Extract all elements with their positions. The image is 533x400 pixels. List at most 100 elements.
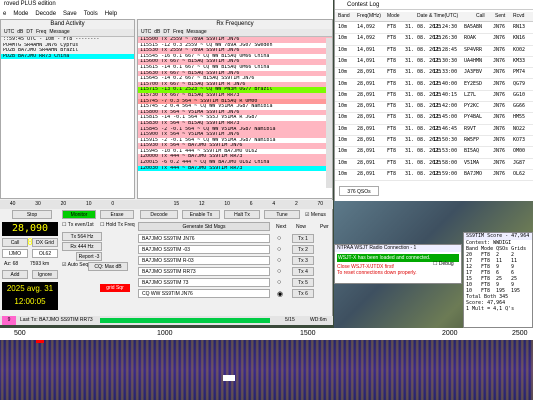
call-button[interactable]: Call <box>2 238 28 247</box>
halt-tx-button[interactable]: Halt Tx <box>224 210 260 219</box>
hold-tx-checkbox[interactable]: ☐ Hold Tx Freq <box>100 222 135 228</box>
cq-max-db-select[interactable]: CQ: Max dB <box>88 262 128 271</box>
contest-cell: 11:53:00 <box>433 148 458 155</box>
contest-cell: FT8 <box>387 91 397 98</box>
dx-call-input[interactable]: IJMO <box>2 249 28 258</box>
auto-seq-checkbox[interactable]: ☑ Auto Seq <box>62 262 88 268</box>
tx1-next-radio[interactable]: ○ <box>277 235 281 242</box>
menu-file[interactable]: e <box>3 9 6 19</box>
rx-scrollbar[interactable] <box>326 38 332 188</box>
contest-cell: 28,091 <box>357 159 376 166</box>
distance: 7593 km <box>30 261 50 267</box>
tx3-message-input[interactable]: BA7JMO SS9TIM R-03 <box>138 256 270 265</box>
tx2-now-button[interactable]: Tx 2 <box>292 245 314 254</box>
rx-frequency-row[interactable]: 120030 Tx 444 ~ BA7JMO SS9TIM RR73 <box>138 165 332 172</box>
tx2-message-input[interactable]: BA7JMO SS9TIM -03 <box>138 245 270 254</box>
contest-cell: JN76 <box>493 46 506 53</box>
contest-col-header[interactable]: Call <box>476 12 485 21</box>
tx6-message-input[interactable]: CQ WW SS9TIM JN76 <box>138 289 270 298</box>
tx5-now-button[interactable]: Tx 5 <box>292 278 314 287</box>
erase-button[interactable]: Erase <box>100 210 134 219</box>
waterfall-tick-label: 1000 <box>157 330 173 337</box>
tx4-next-radio[interactable]: ○ <box>277 268 281 275</box>
rx-freq-spinbox[interactable]: Rx 444 Hz <box>62 242 102 251</box>
tx-even-checkbox[interactable]: ☐ Tx even/1st <box>62 222 94 228</box>
band-activity-row[interactable]: PD2B BA7JMO RR73 China <box>1 53 134 60</box>
contest-cell: HM55 <box>513 114 526 121</box>
report-spinbox[interactable]: Report -3 <box>76 252 102 261</box>
contest-cell: JN76 <box>493 159 506 166</box>
menus-checkbox[interactable]: ☑ Menus <box>305 212 326 218</box>
tx6-now-button[interactable]: Tx 6 <box>292 289 314 298</box>
dx-grid-input[interactable]: OL62 <box>32 249 58 258</box>
tx5-message-input[interactable]: BA7JMO SS9TIM 73 <box>138 278 270 287</box>
ntp-connection-dialog: NTPAA WSJT Radio Connection - 1 WSJT-X h… <box>334 244 462 284</box>
contest-cell: SP4VRR <box>464 46 483 53</box>
menu-save[interactable]: Save <box>63 9 77 19</box>
progress-count: 5/15 <box>285 317 295 323</box>
scale-tick: 10 <box>86 201 92 207</box>
ntp-dialog-title: NTPAA WSJT Radio Connection - 1 <box>335 245 461 252</box>
contest-cell: FT8 <box>387 46 397 53</box>
azimuth: Az: 68 <box>4 261 19 267</box>
tx-freq-spinbox[interactable]: Tx 564 Hz <box>62 232 102 241</box>
scale-tick: 6 <box>249 201 253 207</box>
dx-grid-button[interactable]: DX Grid <box>32 238 58 247</box>
add-button[interactable]: Add <box>2 270 28 279</box>
contest-cell: JN76 <box>493 24 506 30</box>
contest-cell: JA3FBV <box>464 69 483 76</box>
grid-square-badge: grid Sqr <box>100 284 130 292</box>
generate-std-msgs-button[interactable]: Generate Std Msgs <box>138 222 270 231</box>
contest-cell: PY4BAL <box>464 114 483 121</box>
contest-log-row[interactable]: 10m 28,091 FT8 31. 08. 2025 11:59:00 BA7JMO JN… <box>335 169 533 182</box>
tx3-now-button[interactable]: Tx 3 <box>292 256 314 265</box>
tx-even-label: Tx even/1st <box>67 222 94 228</box>
contest-col-header[interactable]: Date & Time(UTC) <box>417 12 458 21</box>
contest-cell: JN76 <box>493 103 506 110</box>
menu-tools[interactable]: Tools <box>84 9 98 19</box>
contest-cell: ROAK <box>464 35 477 42</box>
monitor-button[interactable]: Monitor <box>62 210 96 219</box>
tx3-next-radio[interactable]: ○ <box>277 257 281 264</box>
tx1-now-button[interactable]: Tx 1 <box>292 234 314 243</box>
contest-cell: BI5AQ <box>464 148 480 155</box>
band-activity-list[interactable]: ::59:45 UTC - 10m - FT8 -------- PU4MTG … <box>1 37 134 60</box>
tx5-next-radio[interactable]: ○ <box>277 279 281 286</box>
rx-frequency-list[interactable]: 115500 Tx 2559 ~ 789A SS9TIM JN76 115515 … <box>138 37 332 172</box>
tx4-message-input[interactable]: BA7JMO SS9TIM RR73 <box>138 267 270 276</box>
contest-col-header[interactable]: Rcvd <box>513 12 524 21</box>
contest-cell: NO22 <box>513 125 526 132</box>
tx2-next-radio[interactable]: ○ <box>277 246 281 253</box>
dial-frequency[interactable]: 28,090 000 <box>2 222 58 248</box>
ntp-reset-note: To reset connections down properly. <box>337 270 417 276</box>
contest-cell: 14,091 <box>357 46 376 53</box>
menu-mode[interactable]: Mode <box>13 9 28 19</box>
tune-button[interactable]: Tune <box>264 210 300 219</box>
tx1-message-input[interactable]: BA7JMO SS9TIM JN76 <box>138 234 270 243</box>
contest-cell: 11:30:30 <box>433 57 458 64</box>
rx-frequency-pane: Rx Frequency UTC dB DT Freq Message 115500 T… <box>137 19 333 199</box>
stop-button[interactable]: Stop <box>12 210 52 219</box>
decode-button[interactable]: Decode <box>140 210 178 219</box>
debug-checkbox[interactable]: ☐ Debug <box>433 261 454 267</box>
waterfall[interactable]: 500 1000 1500 2000 2500 <box>0 328 533 400</box>
contest-cell: 11:26:30 <box>433 35 458 42</box>
contest-cell: 28,091 <box>357 103 376 110</box>
contest-cell: JN76 <box>493 80 506 87</box>
tx6-next-radio[interactable]: ◉ <box>277 290 283 298</box>
contest-cell: 11:45:00 <box>433 114 458 121</box>
contest-col-header[interactable]: Band <box>338 12 350 21</box>
contest-col-header[interactable]: Freq(MHz) <box>357 12 381 21</box>
contest-cell: JN76 <box>493 35 506 42</box>
tx-message-panel: Generate Std Msgs Next Now Pwr BA7JMO SS… <box>134 222 333 316</box>
contest-col-header[interactable]: Mode <box>387 12 400 21</box>
contest-cell: 28,091 <box>357 148 376 155</box>
menu-help[interactable]: Help <box>105 9 117 19</box>
debug-label: Debug <box>438 261 454 267</box>
ignore-button[interactable]: Ignore <box>32 270 58 279</box>
tx4-now-button[interactable]: Tx 4 <box>292 267 314 276</box>
contest-cell: FT8 <box>387 24 397 30</box>
enable-tx-button[interactable]: Enable Tx <box>182 210 220 219</box>
contest-col-header[interactable]: Sent <box>495 12 505 21</box>
menu-decode[interactable]: Decode <box>35 9 56 19</box>
